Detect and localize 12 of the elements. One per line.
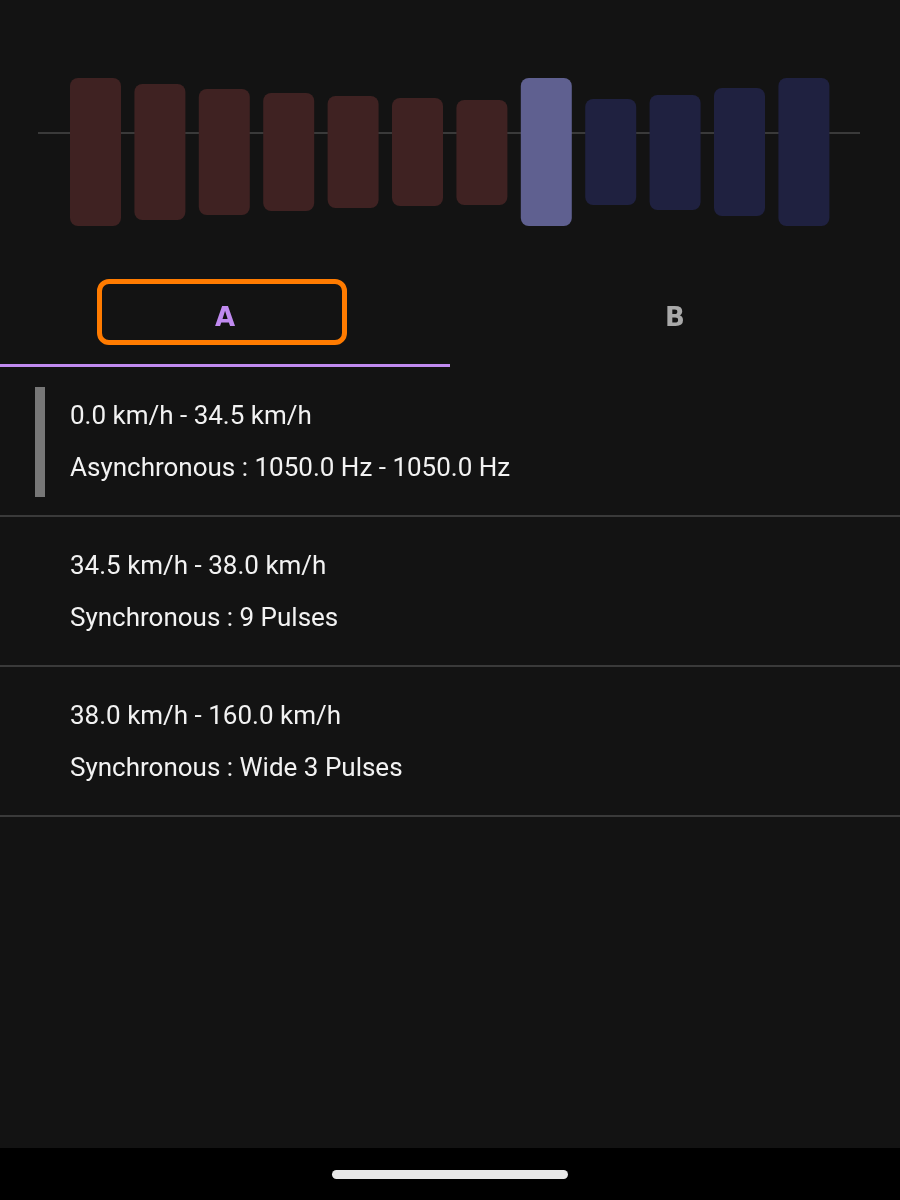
mode-text: Synchronous : Wide 3 Pulses [70,751,403,784]
list-item[interactable]: 34.5 km/h - 38.0 km/h Synchronous : 9 Pulses [0,517,900,667]
tab[interactable]: B [450,270,900,367]
home-handle[interactable] [332,1169,568,1179]
mode-text: Synchronous : 9 Pulses [70,601,339,634]
list-item[interactable]: 38.0 km/h - 160.0 km/h Synchronous : Wide 3 Pulses [0,667,900,817]
tab[interactable]: A [0,270,450,367]
speed-range: 34.5 km/h - 38.0 km/h [70,549,328,582]
mode-text: Asynchronous : 1050.0 Hz - 1050.0 Hz [70,451,511,484]
list-item[interactable]: 0.0 km/h - 34.5 km/h Asynchronous : 1050.0 Hz - 1050.0 Hz [0,367,900,517]
speed-range: 38.0 km/h - 160.0 km/h [70,699,343,732]
speed-range: 0.0 km/h - 34.5 km/h [70,399,313,432]
